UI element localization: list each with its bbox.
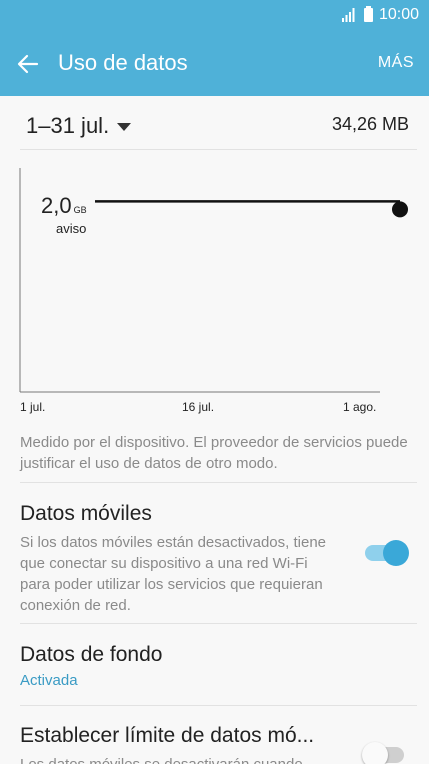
x-tick-label: 16 jul.	[182, 400, 215, 414]
chart-canvas	[19, 168, 408, 393]
limit-handle[interactable]	[392, 201, 408, 218]
divider	[20, 705, 417, 706]
date-range-selector[interactable]: 1–31 jul.	[26, 113, 132, 139]
status-time: 10:00	[378, 6, 419, 23]
limit-value[interactable]: 2,0 GB	[41, 193, 87, 219]
page-title: Uso de datos	[58, 50, 188, 75]
background-data-title: Datos de fondo	[20, 643, 163, 666]
more-button[interactable]: MÁS	[378, 54, 414, 72]
mobile-data-description: Si los datos móviles están desactivados,…	[20, 534, 326, 614]
mobile-limit-toggle[interactable]	[362, 741, 408, 764]
x-tick-label: 1 ago.	[343, 400, 377, 414]
measurement-note: Medido por el dispositivo. El proveedor …	[20, 434, 408, 472]
mobile-limit-description: Los datos móviles se desactivarán cuando	[20, 754, 350, 764]
dropdown-caret-icon	[117, 123, 132, 131]
data-usage-total: 34,26 MB	[331, 114, 409, 134]
mobile-limit-title: Establecer límite de datos mó...	[20, 724, 315, 747]
usage-chart: 2,0 GB aviso 1 jul. 16 jul. 1 ago.	[0, 150, 429, 420]
limit-number: 2,0	[41, 193, 72, 218]
back-button[interactable]	[12, 48, 44, 80]
mobile-data-title: Datos móviles	[20, 502, 152, 525]
limit-unit: GB	[73, 205, 87, 215]
battery-icon	[363, 6, 373, 22]
arrow-left-icon	[17, 54, 39, 74]
divider	[20, 482, 417, 483]
date-range-label: 1–31 jul.	[26, 113, 110, 138]
divider	[20, 623, 417, 624]
signal-icon	[341, 8, 358, 22]
status-bar: 10:00	[0, 0, 429, 32]
limit-label: aviso	[56, 221, 87, 236]
date-range-row: 1–31 jul. 34,26 MB	[0, 96, 429, 150]
mobile-data-toggle[interactable]	[363, 539, 409, 566]
background-data-status: Activada	[20, 672, 78, 689]
app-bar: Uso de datos MÁS	[0, 32, 429, 96]
x-tick-label: 1 jul.	[20, 400, 46, 414]
